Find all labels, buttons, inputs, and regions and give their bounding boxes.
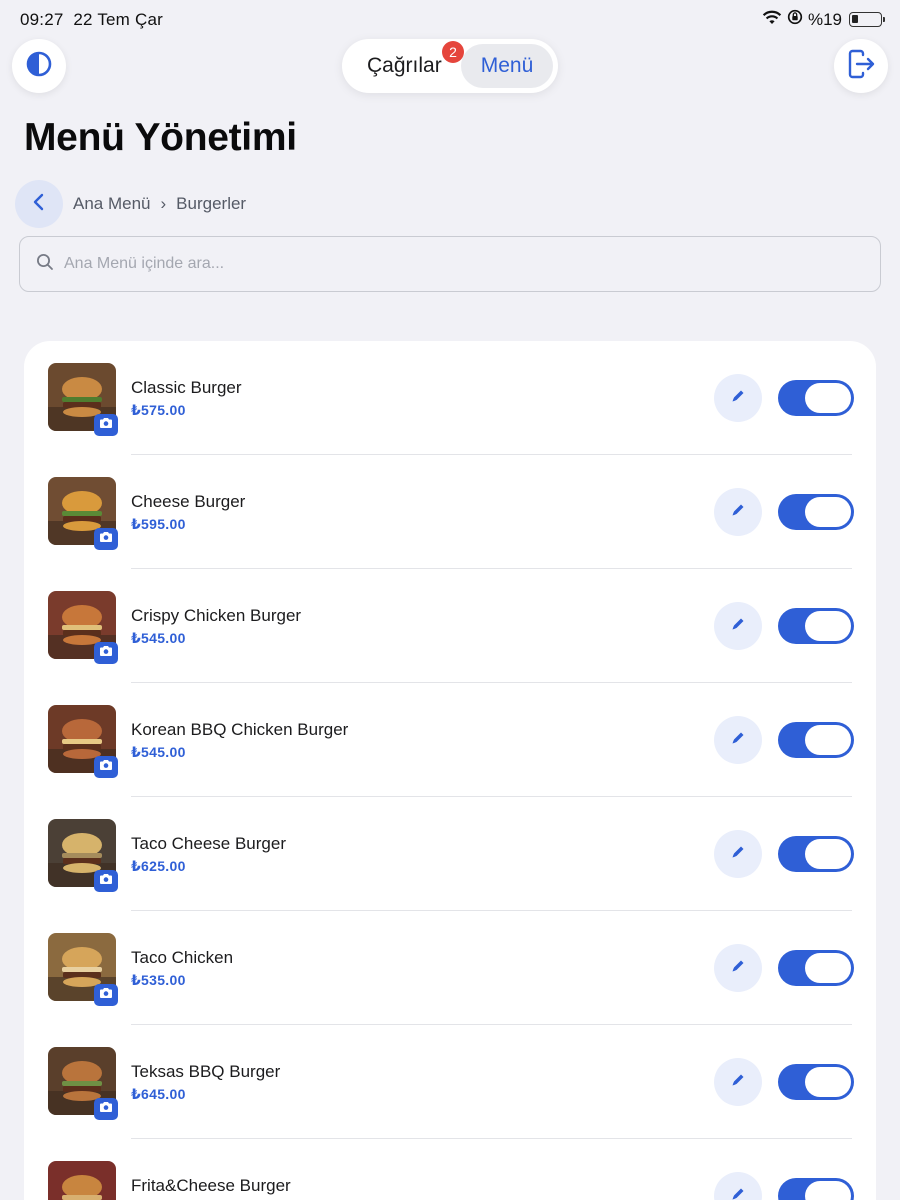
item-name: Frita&Cheese Burger bbox=[131, 1176, 291, 1195]
status-right: %19 bbox=[762, 9, 885, 30]
status-bar: 09:27 22 Tem Çar %19 bbox=[0, 0, 900, 40]
status-date: 22 Tem Çar bbox=[73, 10, 163, 29]
item-thumbnail[interactable] bbox=[48, 1161, 116, 1200]
item-name: Taco Chicken bbox=[131, 948, 234, 967]
pencil-icon bbox=[730, 502, 746, 523]
item-name: Teksas BBQ Burger bbox=[131, 1062, 281, 1081]
availability-toggle[interactable] bbox=[778, 494, 854, 530]
camera-icon bbox=[99, 530, 113, 548]
list-item: Classic Burger ₺575.00 bbox=[24, 341, 876, 455]
change-photo-button[interactable] bbox=[94, 870, 118, 892]
toggle-knob bbox=[805, 383, 851, 413]
edit-item-button[interactable] bbox=[714, 374, 762, 422]
status-time: 09:27 22 Tem Çar bbox=[20, 10, 163, 30]
camera-icon bbox=[99, 416, 113, 434]
pencil-icon bbox=[730, 388, 746, 409]
edit-item-button[interactable] bbox=[714, 602, 762, 650]
list-item: Frita&Cheese Burger bbox=[24, 1139, 876, 1200]
pencil-icon bbox=[730, 1072, 746, 1093]
tab-menu[interactable]: Menü bbox=[461, 44, 553, 88]
availability-toggle[interactable] bbox=[778, 1178, 854, 1200]
toggle-knob bbox=[805, 1067, 851, 1097]
camera-icon bbox=[99, 986, 113, 1004]
edit-item-button[interactable] bbox=[714, 1058, 762, 1106]
breadcrumb-item-root[interactable]: Ana Menü bbox=[73, 194, 151, 214]
search-input[interactable] bbox=[64, 255, 824, 273]
status-clock: 09:27 bbox=[20, 10, 64, 29]
pencil-icon bbox=[730, 844, 746, 865]
menu-items-list: Classic Burger ₺575.00 Cheese Burger ₺595.0… bbox=[24, 341, 876, 1200]
list-item: Korean BBQ Chicken Burger ₺545.00 bbox=[24, 683, 876, 797]
contrast-icon bbox=[25, 50, 53, 83]
view-switcher: Çağrılar 2 Menü bbox=[342, 39, 558, 93]
pencil-icon bbox=[730, 1186, 746, 1200]
toggle-knob bbox=[805, 497, 851, 527]
availability-toggle[interactable] bbox=[778, 380, 854, 416]
edit-item-button[interactable] bbox=[714, 830, 762, 878]
availability-toggle[interactable] bbox=[778, 608, 854, 644]
availability-toggle[interactable] bbox=[778, 1064, 854, 1100]
availability-toggle[interactable] bbox=[778, 950, 854, 986]
pencil-icon bbox=[730, 730, 746, 751]
search-icon bbox=[36, 253, 54, 276]
edit-item-button[interactable] bbox=[714, 1172, 762, 1200]
list-item: Teksas BBQ Burger ₺645.00 bbox=[24, 1025, 876, 1139]
camera-icon bbox=[99, 872, 113, 890]
logout-button[interactable] bbox=[834, 39, 888, 93]
list-item: Crispy Chicken Burger ₺545.00 bbox=[24, 569, 876, 683]
list-item: Cheese Burger ₺595.00 bbox=[24, 455, 876, 569]
camera-icon bbox=[99, 644, 113, 662]
item-name: Korean BBQ Chicken Burger bbox=[131, 720, 349, 739]
camera-icon bbox=[99, 1100, 113, 1118]
item-price: ₺545.00 bbox=[131, 630, 186, 646]
edit-item-button[interactable] bbox=[714, 488, 762, 536]
item-price: ₺545.00 bbox=[131, 744, 186, 760]
pencil-icon bbox=[730, 958, 746, 979]
breadcrumb-separator: › bbox=[160, 194, 167, 213]
change-photo-button[interactable] bbox=[94, 756, 118, 778]
search-box[interactable] bbox=[19, 236, 881, 292]
page-title: Menü Yönetimi bbox=[24, 116, 297, 159]
rotation-lock-icon bbox=[787, 9, 803, 30]
back-button[interactable] bbox=[15, 180, 63, 228]
toggle-knob bbox=[805, 611, 851, 641]
breadcrumb-item-current: Burgerler bbox=[176, 194, 247, 213]
battery-percent: %19 bbox=[807, 9, 842, 29]
battery-icon bbox=[849, 12, 885, 27]
chevron-left-icon bbox=[32, 193, 46, 216]
change-photo-button[interactable] bbox=[94, 1098, 118, 1120]
tab-calls[interactable]: Çağrılar bbox=[367, 54, 442, 78]
list-item: Taco Cheese Burger ₺625.00 bbox=[24, 797, 876, 911]
item-price: ₺645.00 bbox=[131, 1086, 186, 1102]
item-name: Cheese Burger bbox=[131, 492, 246, 511]
edit-item-button[interactable] bbox=[714, 944, 762, 992]
item-price: ₺625.00 bbox=[131, 858, 186, 874]
item-name: Taco Cheese Burger bbox=[131, 834, 286, 853]
toggle-knob bbox=[805, 725, 851, 755]
logout-icon bbox=[845, 48, 877, 85]
change-photo-button[interactable] bbox=[94, 414, 118, 436]
change-photo-button[interactable] bbox=[94, 984, 118, 1006]
toggle-knob bbox=[805, 1181, 851, 1200]
item-price: ₺595.00 bbox=[131, 516, 186, 532]
item-name: Crispy Chicken Burger bbox=[131, 606, 302, 625]
change-photo-button[interactable] bbox=[94, 642, 118, 664]
item-name: Classic Burger bbox=[131, 378, 242, 397]
change-photo-button[interactable] bbox=[94, 528, 118, 550]
availability-toggle[interactable] bbox=[778, 722, 854, 758]
list-item: Taco Chicken ₺535.00 bbox=[24, 911, 876, 1025]
breadcrumb: Ana Menü › Burgerler bbox=[73, 194, 246, 214]
pencil-icon bbox=[730, 616, 746, 637]
edit-item-button[interactable] bbox=[714, 716, 762, 764]
item-price: ₺535.00 bbox=[131, 972, 186, 988]
availability-toggle[interactable] bbox=[778, 836, 854, 872]
theme-toggle-button[interactable] bbox=[12, 39, 66, 93]
toggle-knob bbox=[805, 839, 851, 869]
wifi-icon bbox=[762, 10, 782, 30]
camera-icon bbox=[99, 758, 113, 776]
toggle-knob bbox=[805, 953, 851, 983]
item-price: ₺575.00 bbox=[131, 402, 186, 418]
battery-fill bbox=[852, 15, 858, 23]
